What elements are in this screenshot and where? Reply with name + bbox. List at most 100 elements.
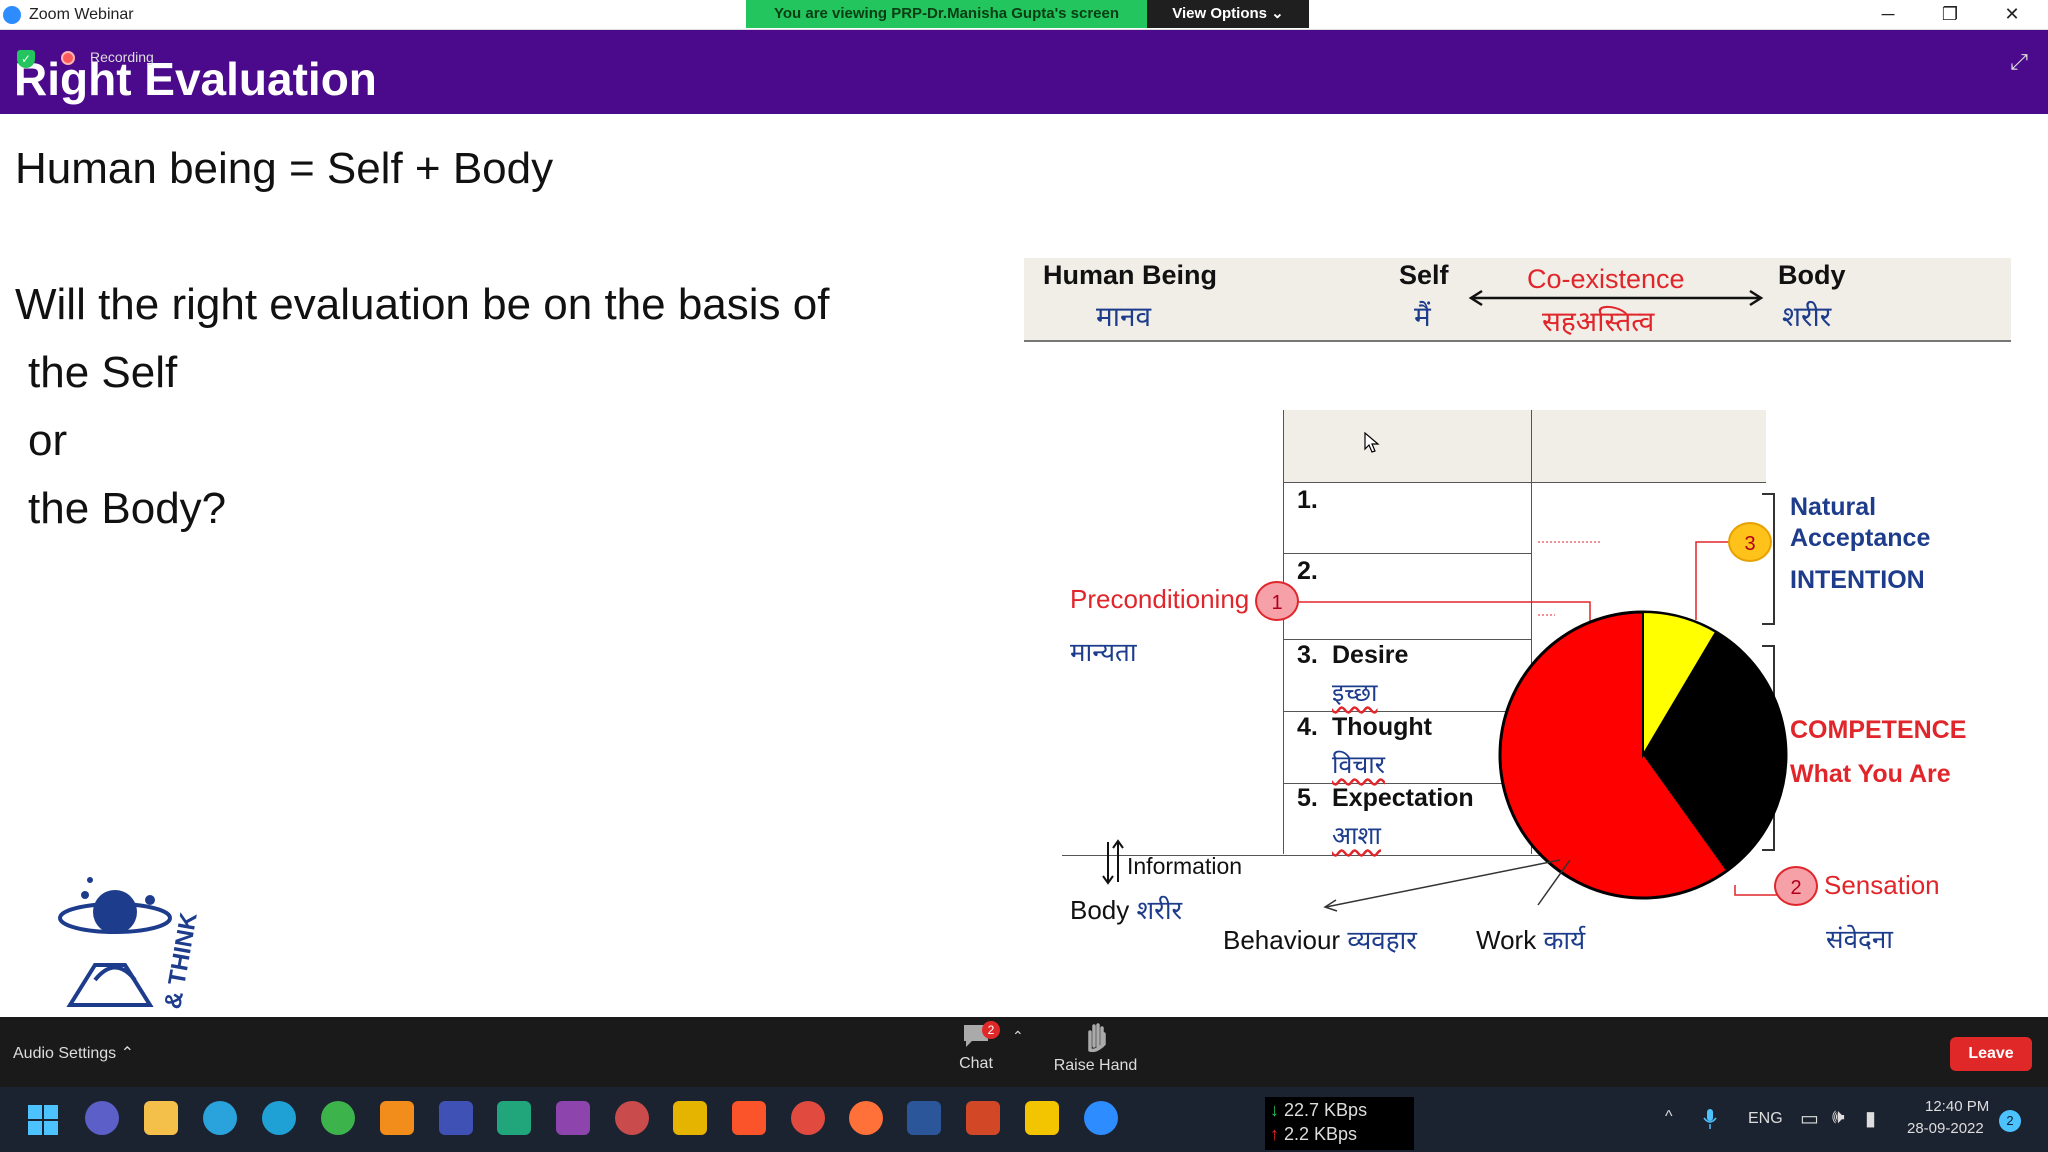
security-shield-icon[interactable]: ✓ [17, 50, 35, 68]
chat-options-chevron-icon[interactable]: ⌃ [1012, 1028, 1024, 1045]
telegram-icon[interactable] [203, 1101, 237, 1135]
marker-1: 1 [1255, 581, 1299, 621]
minimize-button[interactable]: ─ [1858, 0, 1918, 30]
pdf-reader-icon[interactable] [1025, 1101, 1059, 1135]
work-hindi: कार्य [1543, 925, 1586, 955]
preconditioning-hindi: मान्यता [1070, 637, 1137, 667]
view-options-button[interactable]: View Options ⌄ [1147, 0, 1309, 28]
body-hindi: शरीर [1782, 301, 1832, 332]
net-up: ↑ 2.2 KBps [1270, 1124, 1357, 1145]
window-title: Zoom Webinar [29, 6, 134, 23]
vlc-icon[interactable] [380, 1101, 414, 1135]
slide-option-self: the Self [28, 348, 178, 397]
raise-hand-button[interactable]: Raise Hand [1053, 1022, 1138, 1075]
leave-button[interactable]: Leave [1950, 1037, 2032, 1071]
chrome-browser-icon[interactable] [791, 1101, 825, 1135]
arrow-down-icon: ↓ [1270, 1100, 1279, 1120]
slide-option-body: the Body? [28, 484, 227, 533]
marker-3: 3 [1728, 522, 1772, 562]
raise-hand-label: Raise Hand [1053, 1057, 1138, 1074]
row-num: 1. [1297, 486, 1318, 514]
powerpoint-icon[interactable] [966, 1101, 1000, 1135]
word-icon[interactable] [907, 1101, 941, 1135]
battery-icon[interactable]: ▮ [1865, 1106, 1876, 1131]
app-icon[interactable] [497, 1101, 531, 1135]
work-text: Work [1476, 925, 1537, 955]
preconditioning-label: Preconditioning [1070, 584, 1250, 614]
file-explorer-icon[interactable] [144, 1101, 178, 1135]
bidirectional-arrow-icon [1468, 289, 1764, 307]
zoom-app-taskbar-icon[interactable] [1084, 1101, 1118, 1135]
language-indicator[interactable]: ENG [1748, 1110, 1783, 1128]
marker-2: 2 [1774, 866, 1818, 906]
clock-time[interactable]: 12:40 PM [1925, 1098, 1989, 1115]
slide-question: Will the right evaluation be on the basi… [15, 280, 830, 329]
behaviour-hindi: व्यवहार [1347, 925, 1417, 955]
view-options-label: View Options [1172, 5, 1267, 22]
audio-settings-label: Audio Settings [13, 1045, 117, 1062]
chevron-down-icon: ⌄ [1271, 5, 1284, 22]
body-bottom-label: Body शरीर [1070, 891, 1182, 927]
brave-browser-icon[interactable] [732, 1101, 766, 1135]
sticky-app-icon[interactable] [673, 1101, 707, 1135]
chevron-up-icon: ⌃ [120, 1045, 135, 1062]
settings-gear-app-icon[interactable] [615, 1101, 649, 1135]
net-up-value: 2.2 KBps [1284, 1124, 1358, 1144]
notifications-badge[interactable]: 2 [1999, 1110, 2021, 1132]
raise-hand-icon [1087, 1023, 1106, 1053]
body-bottom-hindi: शरीर [1136, 895, 1183, 925]
windows-taskbar [0, 1087, 2048, 1152]
meeting-controls-bar [0, 1017, 2048, 1087]
human-being-label: Human Being [1043, 260, 1218, 290]
self-hindi: मैं [1414, 301, 1431, 332]
slide-equation: Human being = Self + Body [15, 144, 554, 193]
volume-icon[interactable]: 🕪 [1832, 1106, 1845, 1129]
table-header [1283, 410, 1766, 482]
body-bottom-text: Body [1070, 895, 1130, 925]
viewing-banner: You are viewing PRP-Dr.Manisha Gupta's s… [746, 0, 1147, 28]
net-down-value: 22.7 KBps [1284, 1100, 1368, 1120]
recording-dot-icon [61, 51, 75, 65]
behaviour-label: Behaviour व्यवहार [1223, 921, 1417, 957]
display-icon[interactable]: ▭ [1800, 1106, 1819, 1131]
astronaut-logo-icon: & THINK [58, 877, 203, 1011]
chat-label: Chat [959, 1055, 993, 1072]
zoom-app-icon [3, 6, 21, 24]
mouse-cursor-icon [1364, 432, 1380, 453]
restore-button[interactable]: ❐ [1920, 0, 1980, 30]
slide-option-or: or [28, 416, 68, 465]
body-label: Body [1778, 260, 1846, 290]
net-down: ↓ 22.7 KBps [1270, 1100, 1367, 1121]
work-label: Work कार्य [1476, 921, 1585, 957]
tasks-app-icon[interactable] [439, 1101, 473, 1135]
up-down-arrows-icon [1102, 839, 1124, 885]
microphone-icon[interactable] [1702, 1108, 1718, 1130]
windows-start-icon[interactable] [27, 1104, 59, 1136]
information-label: Information [1127, 853, 1243, 879]
output-arrows [1323, 859, 1571, 912]
table-divider [1283, 482, 1766, 483]
human-being-hindi: मानव [1096, 301, 1152, 332]
natural-label: Natural [1790, 493, 1877, 521]
intention-label: INTENTION [1790, 566, 1925, 594]
close-button[interactable]: ✕ [1982, 0, 2042, 30]
sensation-label: Sensation [1824, 870, 1940, 900]
firefox-browser-icon[interactable] [849, 1101, 883, 1135]
behaviour-text: Behaviour [1223, 925, 1341, 955]
clock-date[interactable]: 28-09-2022 [1907, 1120, 1984, 1137]
chat-unread-badge: 2 [982, 1021, 1000, 1039]
acceptance-label: Acceptance [1790, 524, 1931, 552]
tray-overflow-chevron-icon[interactable]: ^ [1665, 1108, 1673, 1126]
recording-label: Recording [90, 49, 154, 65]
audio-settings-button[interactable]: Audio Settings ⌃ [13, 1043, 134, 1063]
sensation-hindi: संवेदना [1826, 924, 1894, 954]
teams-chat-icon[interactable] [85, 1101, 119, 1135]
what-you-are-label: What You Are [1790, 760, 1951, 788]
self-label: Self [1399, 260, 1449, 290]
globe-app-icon[interactable] [321, 1101, 355, 1135]
expand-icon[interactable]: ⤢ [2005, 48, 2033, 76]
arrow-up-icon: ↑ [1270, 1124, 1279, 1144]
competence-label: COMPETENCE [1790, 716, 1967, 744]
onenote-icon[interactable] [556, 1101, 590, 1135]
edge-browser-icon[interactable] [262, 1101, 296, 1135]
